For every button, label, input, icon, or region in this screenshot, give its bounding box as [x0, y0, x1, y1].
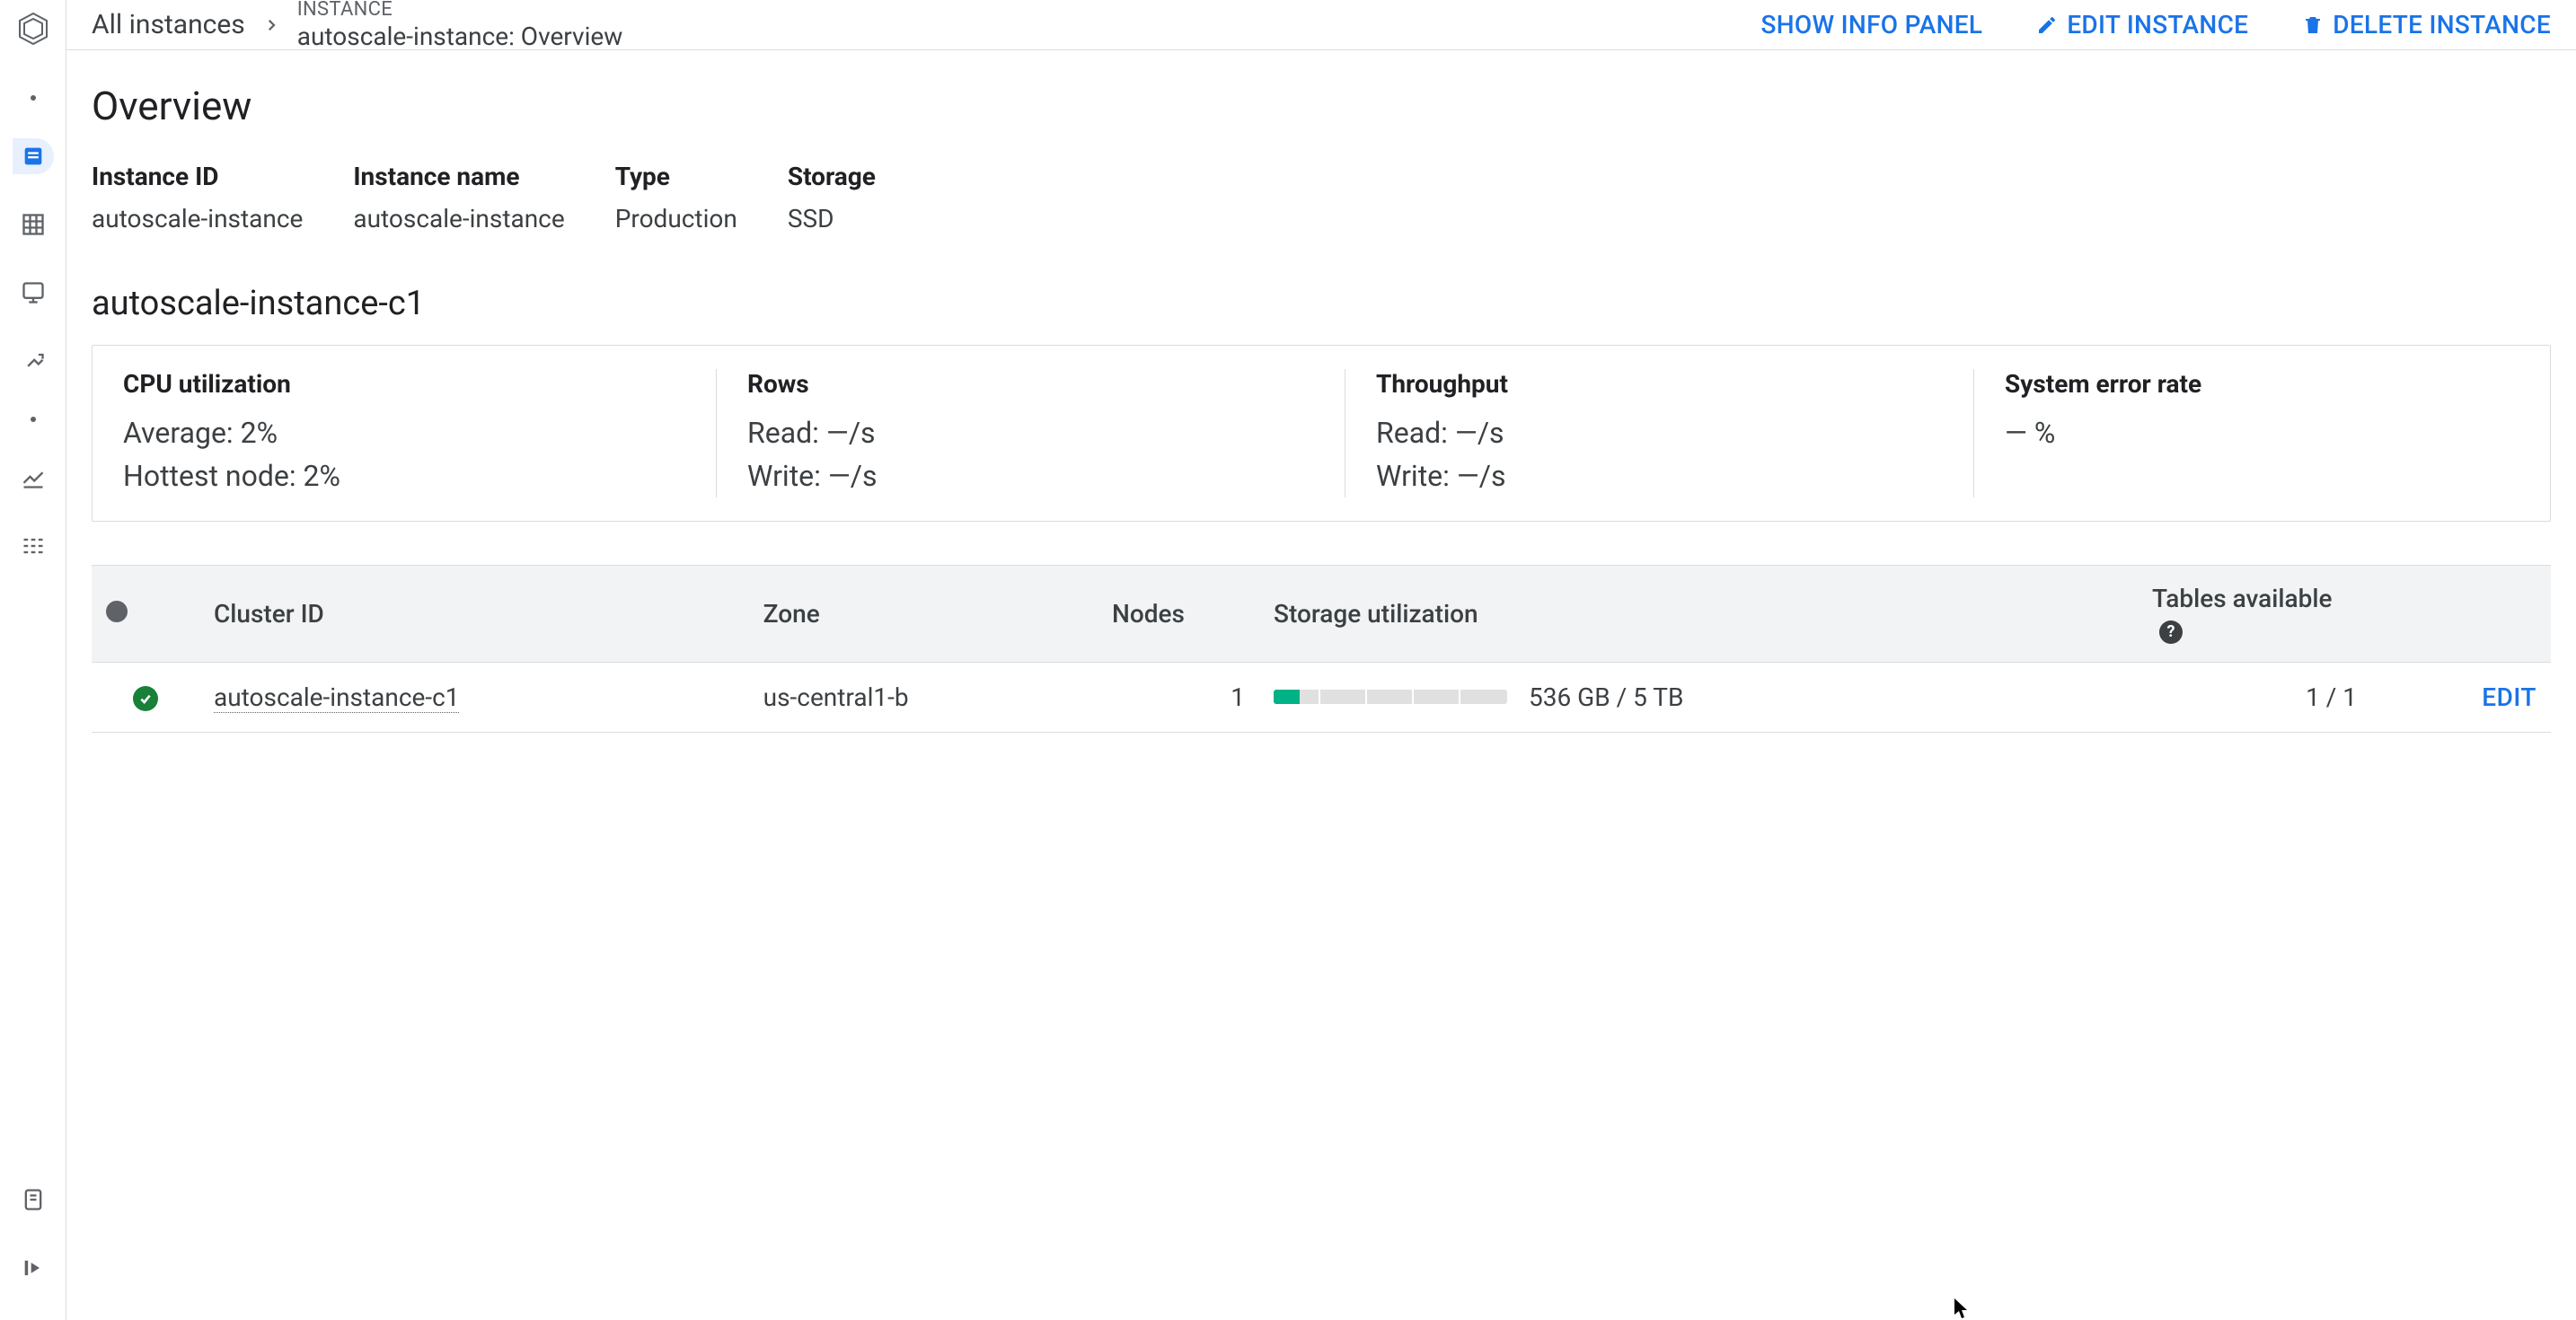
page-title: Overview: [92, 83, 2551, 129]
th-tables-label: Tables available: [2152, 584, 2332, 613]
breadcrumb: All instances INSTANCE autoscale-instanc…: [92, 0, 622, 52]
breadcrumb-label: INSTANCE: [297, 0, 623, 22]
help-icon[interactable]: ?: [2159, 620, 2183, 644]
sidebar-item-release-notes[interactable]: [0, 1178, 66, 1221]
meta-label-storage: Storage: [788, 162, 876, 191]
th-tables: Tables available ?: [2138, 566, 2371, 662]
sidebar-item-monitoring[interactable]: [0, 456, 66, 499]
sidebar-divider-dot: [31, 95, 36, 101]
cell-storage: 536 GB / 5 TB: [1259, 662, 2138, 732]
chevron-right-icon: [263, 10, 279, 40]
edit-instance-button[interactable]: EDIT INSTANCE: [2036, 10, 2248, 40]
stat-title-throughput: Throughput: [1376, 369, 1943, 399]
meta-value-instance-id: autoscale-instance: [92, 204, 303, 233]
storage-utilization-bar: [1274, 690, 1507, 704]
delete-instance-button[interactable]: DELETE INSTANCE: [2302, 10, 2551, 40]
status-header-dot-icon: [106, 601, 128, 622]
th-storage: Storage utilization: [1259, 566, 2138, 662]
stat-rows-read: Read: —/s: [747, 411, 1314, 454]
content: Overview Instance ID autoscale-instance …: [66, 50, 2576, 1320]
edit-instance-label: EDIT INSTANCE: [2067, 10, 2248, 40]
table-header-row: Cluster ID Zone Nodes Storage utilizatio…: [92, 566, 2551, 662]
th-zone: Zone: [749, 566, 1098, 662]
th-edit: [2371, 566, 2551, 662]
sidebar-item-quotas[interactable]: [0, 524, 66, 568]
stat-title-cpu: CPU utilization: [123, 369, 685, 399]
stat-col-throughput: Throughput Read: —/s Write: —/s: [1345, 369, 1973, 497]
sidebar-expand-toggle[interactable]: [0, 1246, 66, 1289]
breadcrumb-title: autoscale-instance: Overview: [297, 22, 623, 52]
meta-value-type: Production: [615, 204, 737, 233]
stat-rows-write: Write: —/s: [747, 454, 1314, 497]
table-row: autoscale-instance-c1 us-central1-b 1: [92, 662, 2551, 732]
stat-col-error: System error rate — %: [1973, 369, 2550, 497]
instance-meta: Instance ID autoscale-instance Instance …: [92, 162, 2551, 233]
stat-title-error: System error rate: [2005, 369, 2519, 399]
topbar: All instances INSTANCE autoscale-instanc…: [66, 0, 2576, 50]
stats-card: CPU utilization Average: 2% Hottest node…: [92, 345, 2551, 522]
th-nodes: Nodes: [1098, 566, 1259, 662]
stat-title-rows: Rows: [747, 369, 1314, 399]
meta-label-instance-name: Instance name: [353, 162, 564, 191]
th-status: [92, 566, 199, 662]
product-logo-icon: [15, 11, 51, 47]
meta-value-storage: SSD: [788, 204, 876, 233]
storage-utilization-text: 536 GB / 5 TB: [1529, 682, 1683, 712]
clusters-table: Cluster ID Zone Nodes Storage utilizatio…: [92, 565, 2551, 733]
cluster-title: autoscale-instance-c1: [92, 284, 2551, 323]
edit-cluster-button[interactable]: EDIT: [2482, 682, 2536, 712]
show-info-panel-button[interactable]: SHOW INFO PANEL: [1760, 10, 1982, 40]
stat-thr-write: Write: —/s: [1376, 454, 1943, 497]
stat-cpu-average: Average: 2%: [123, 411, 685, 454]
cluster-id-link[interactable]: autoscale-instance-c1: [214, 682, 459, 713]
meta-label-instance-id: Instance ID: [92, 162, 303, 191]
stat-col-cpu: CPU utilization Average: 2% Hottest node…: [93, 369, 716, 497]
sidebar-item-scaling[interactable]: [0, 339, 66, 383]
cell-tables: 1 / 1: [2138, 662, 2371, 732]
sidebar-divider-dot: [31, 417, 36, 422]
meta-label-type: Type: [615, 162, 737, 191]
stat-cpu-hottest: Hottest node: 2%: [123, 454, 685, 497]
status-ok-icon: [133, 686, 158, 711]
pencil-icon: [2036, 14, 2058, 36]
delete-instance-label: DELETE INSTANCE: [2333, 10, 2551, 40]
stat-thr-read: Read: —/s: [1376, 411, 1943, 454]
cell-nodes: 1: [1098, 662, 1259, 732]
stat-error-rate: — %: [2005, 411, 2519, 454]
breadcrumb-root[interactable]: All instances: [92, 9, 245, 40]
stat-col-rows: Rows Read: —/s Write: —/s: [716, 369, 1345, 497]
meta-value-instance-name: autoscale-instance: [353, 204, 564, 233]
sidebar-item-tables[interactable]: [0, 203, 66, 246]
sidebar-item-backups[interactable]: [0, 271, 66, 314]
trash-icon: [2302, 14, 2324, 36]
sidebar: [0, 0, 66, 1320]
th-cluster-id: Cluster ID: [199, 566, 749, 662]
sidebar-item-instances[interactable]: [0, 135, 66, 178]
main-area: All instances INSTANCE autoscale-instanc…: [66, 0, 2576, 1320]
cell-zone: us-central1-b: [749, 662, 1098, 732]
